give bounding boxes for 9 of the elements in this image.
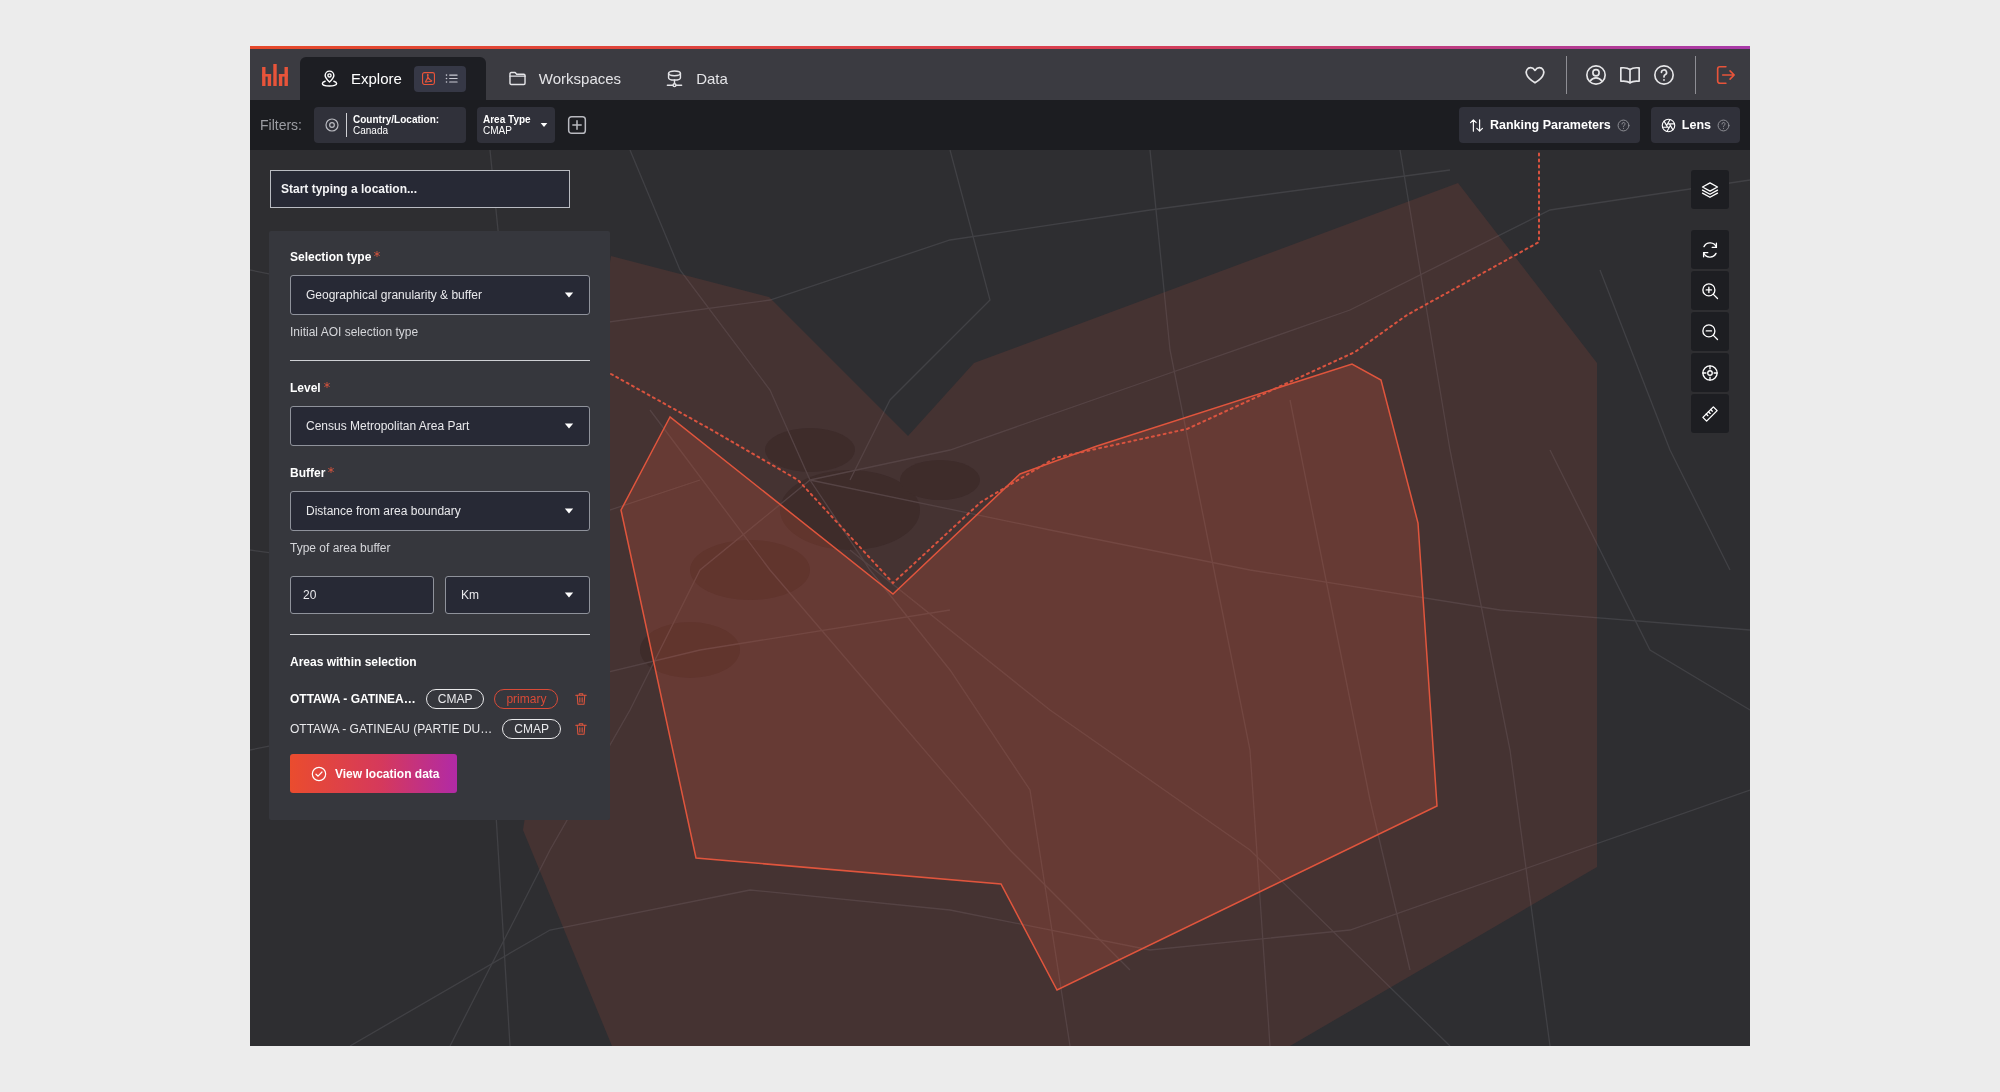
field-hint: Type of area buffer bbox=[290, 540, 392, 556]
section-title: Areas within selection bbox=[290, 654, 418, 670]
field-label: Selection type bbox=[290, 249, 372, 265]
filters-label: Filters: bbox=[260, 117, 302, 133]
area-name: OTTAWA - GATINEAU (PARTIE DU… bbox=[290, 722, 493, 736]
field-label: Buffer bbox=[290, 465, 326, 481]
field-hint: Initial AOI selection type bbox=[290, 324, 420, 340]
field-label: Level bbox=[290, 380, 321, 396]
area-name: OTTAWA - GATINEA… bbox=[290, 692, 416, 706]
